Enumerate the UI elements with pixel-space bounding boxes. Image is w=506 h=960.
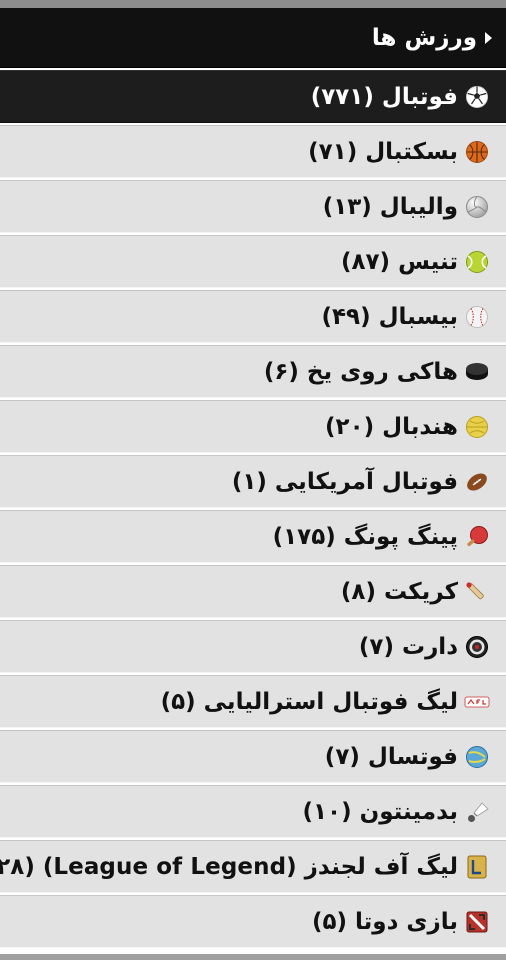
sport-label: بدمینتون (۱۰) [302, 798, 458, 825]
sport-label: لیگ آف لجندز (League of Legend) (۲۸) [0, 853, 458, 880]
sport-item-futsal[interactable]: فوتسال (۷) [0, 730, 506, 783]
dartboard-icon [464, 634, 490, 660]
sport-label: بسکتبال (۷۱) [308, 138, 458, 165]
sport-item-football[interactable]: فوتبال (۷۷۱) [0, 70, 506, 123]
league-of-legends-icon [464, 854, 490, 880]
top-strip [0, 0, 506, 8]
sport-item-basketball[interactable]: بسکتبال (۷۱) [0, 125, 506, 178]
sport-label: فوتبال (۷۷۱) [310, 83, 458, 110]
volleyball-icon [464, 194, 490, 220]
sport-label: لیگ فوتبال استرالیایی (۵) [160, 688, 458, 715]
caret-left-icon [485, 31, 492, 44]
sport-label: والیبال (۱۳) [322, 193, 458, 220]
sport-item-dota[interactable]: بازی دوتا (۵) [0, 895, 506, 948]
sport-item-league-of-legends[interactable]: لیگ آف لجندز (League of Legend) (۲۸) [0, 840, 506, 893]
sport-item-cricket[interactable]: کریکت (۸) [0, 565, 506, 618]
sport-label: هاکی روی یخ (۶) [263, 358, 458, 385]
sport-label: فوتسال (۷) [324, 743, 458, 770]
tennis-ball-icon [464, 249, 490, 275]
sports-title: ورزش ها [371, 24, 477, 51]
sport-item-baseball[interactable]: بیسبال (۴۹) [0, 290, 506, 343]
american-football-icon [464, 469, 490, 495]
sport-item-american-football[interactable]: فوتبال آمریکایی (۱) [0, 455, 506, 508]
sport-item-ice-hockey[interactable]: هاکی روی یخ (۶) [0, 345, 506, 398]
shuttlecock-icon [464, 799, 490, 825]
hockey-puck-icon [464, 359, 490, 385]
sport-label: کریکت (۸) [340, 578, 458, 605]
cricket-bat-icon [464, 579, 490, 605]
sport-item-volleyball[interactable]: والیبال (۱۳) [0, 180, 506, 233]
baseball-icon [464, 304, 490, 330]
sport-label: هندبال (۲۰) [325, 413, 458, 440]
sport-label: فوتبال آمریکایی (۱) [231, 468, 458, 495]
ping-pong-icon [464, 524, 490, 550]
sports-header[interactable]: ورزش ها [0, 8, 506, 68]
afl-logo-icon [464, 689, 490, 715]
sports-menu-page: ورزش ها فوتبال (۷۷۱) بسکتبال (۷۱) والیبا… [0, 0, 506, 960]
sport-item-badminton[interactable]: بدمینتون (۱۰) [0, 785, 506, 838]
futsal-ball-icon [464, 744, 490, 770]
sport-item-darts[interactable]: دارت (۷) [0, 620, 506, 673]
sport-label: بازی دوتا (۵) [311, 908, 458, 935]
sport-item-handball[interactable]: هندبال (۲۰) [0, 400, 506, 453]
sport-label: بیسبال (۴۹) [321, 303, 458, 330]
soccer-ball-icon [464, 84, 490, 110]
sports-menu: فوتبال (۷۷۱) بسکتبال (۷۱) والیبال (۱۳) ت… [0, 70, 506, 948]
bottom-strip [0, 954, 506, 960]
sport-label: تنیس (۸۷) [340, 248, 458, 275]
sport-label: پینگ پونگ (۱۷۵) [272, 523, 458, 550]
dota-icon [464, 909, 490, 935]
sport-item-australian-football[interactable]: لیگ فوتبال استرالیایی (۵) [0, 675, 506, 728]
basketball-icon [464, 139, 490, 165]
sport-label: دارت (۷) [358, 633, 458, 660]
sport-item-ping-pong[interactable]: پینگ پونگ (۱۷۵) [0, 510, 506, 563]
handball-icon [464, 414, 490, 440]
sport-item-tennis[interactable]: تنیس (۸۷) [0, 235, 506, 288]
